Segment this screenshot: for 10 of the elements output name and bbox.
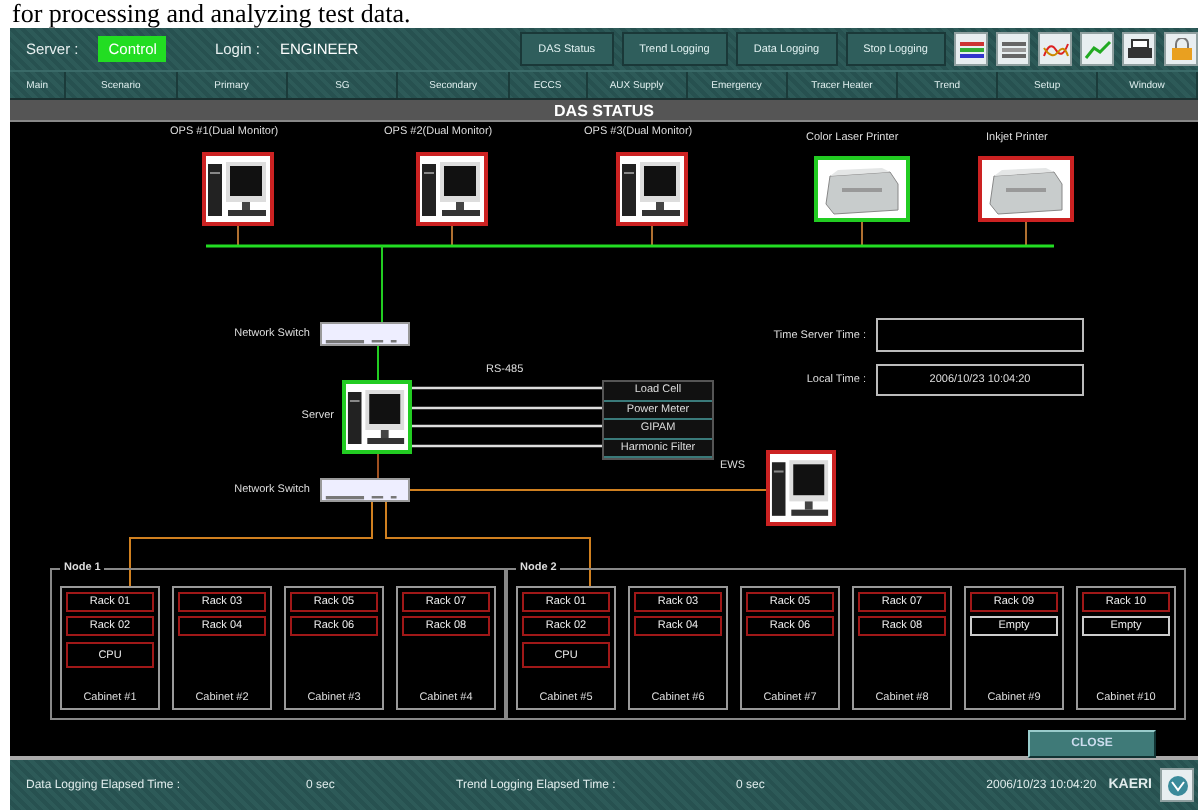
printer-icon[interactable] xyxy=(1122,32,1156,66)
logo-icon xyxy=(1160,768,1194,802)
bar-list-icon[interactable] xyxy=(954,32,988,66)
panel-title: DAS STATUS xyxy=(10,100,1198,122)
document-caption: for processing and analyzing test data. xyxy=(12,0,411,28)
trend-chart-icon[interactable] xyxy=(1038,32,1072,66)
network-switch-icon xyxy=(320,478,410,502)
list-icon[interactable] xyxy=(996,32,1030,66)
network-switch-icon xyxy=(320,322,410,346)
lock-icon[interactable] xyxy=(1164,32,1198,66)
